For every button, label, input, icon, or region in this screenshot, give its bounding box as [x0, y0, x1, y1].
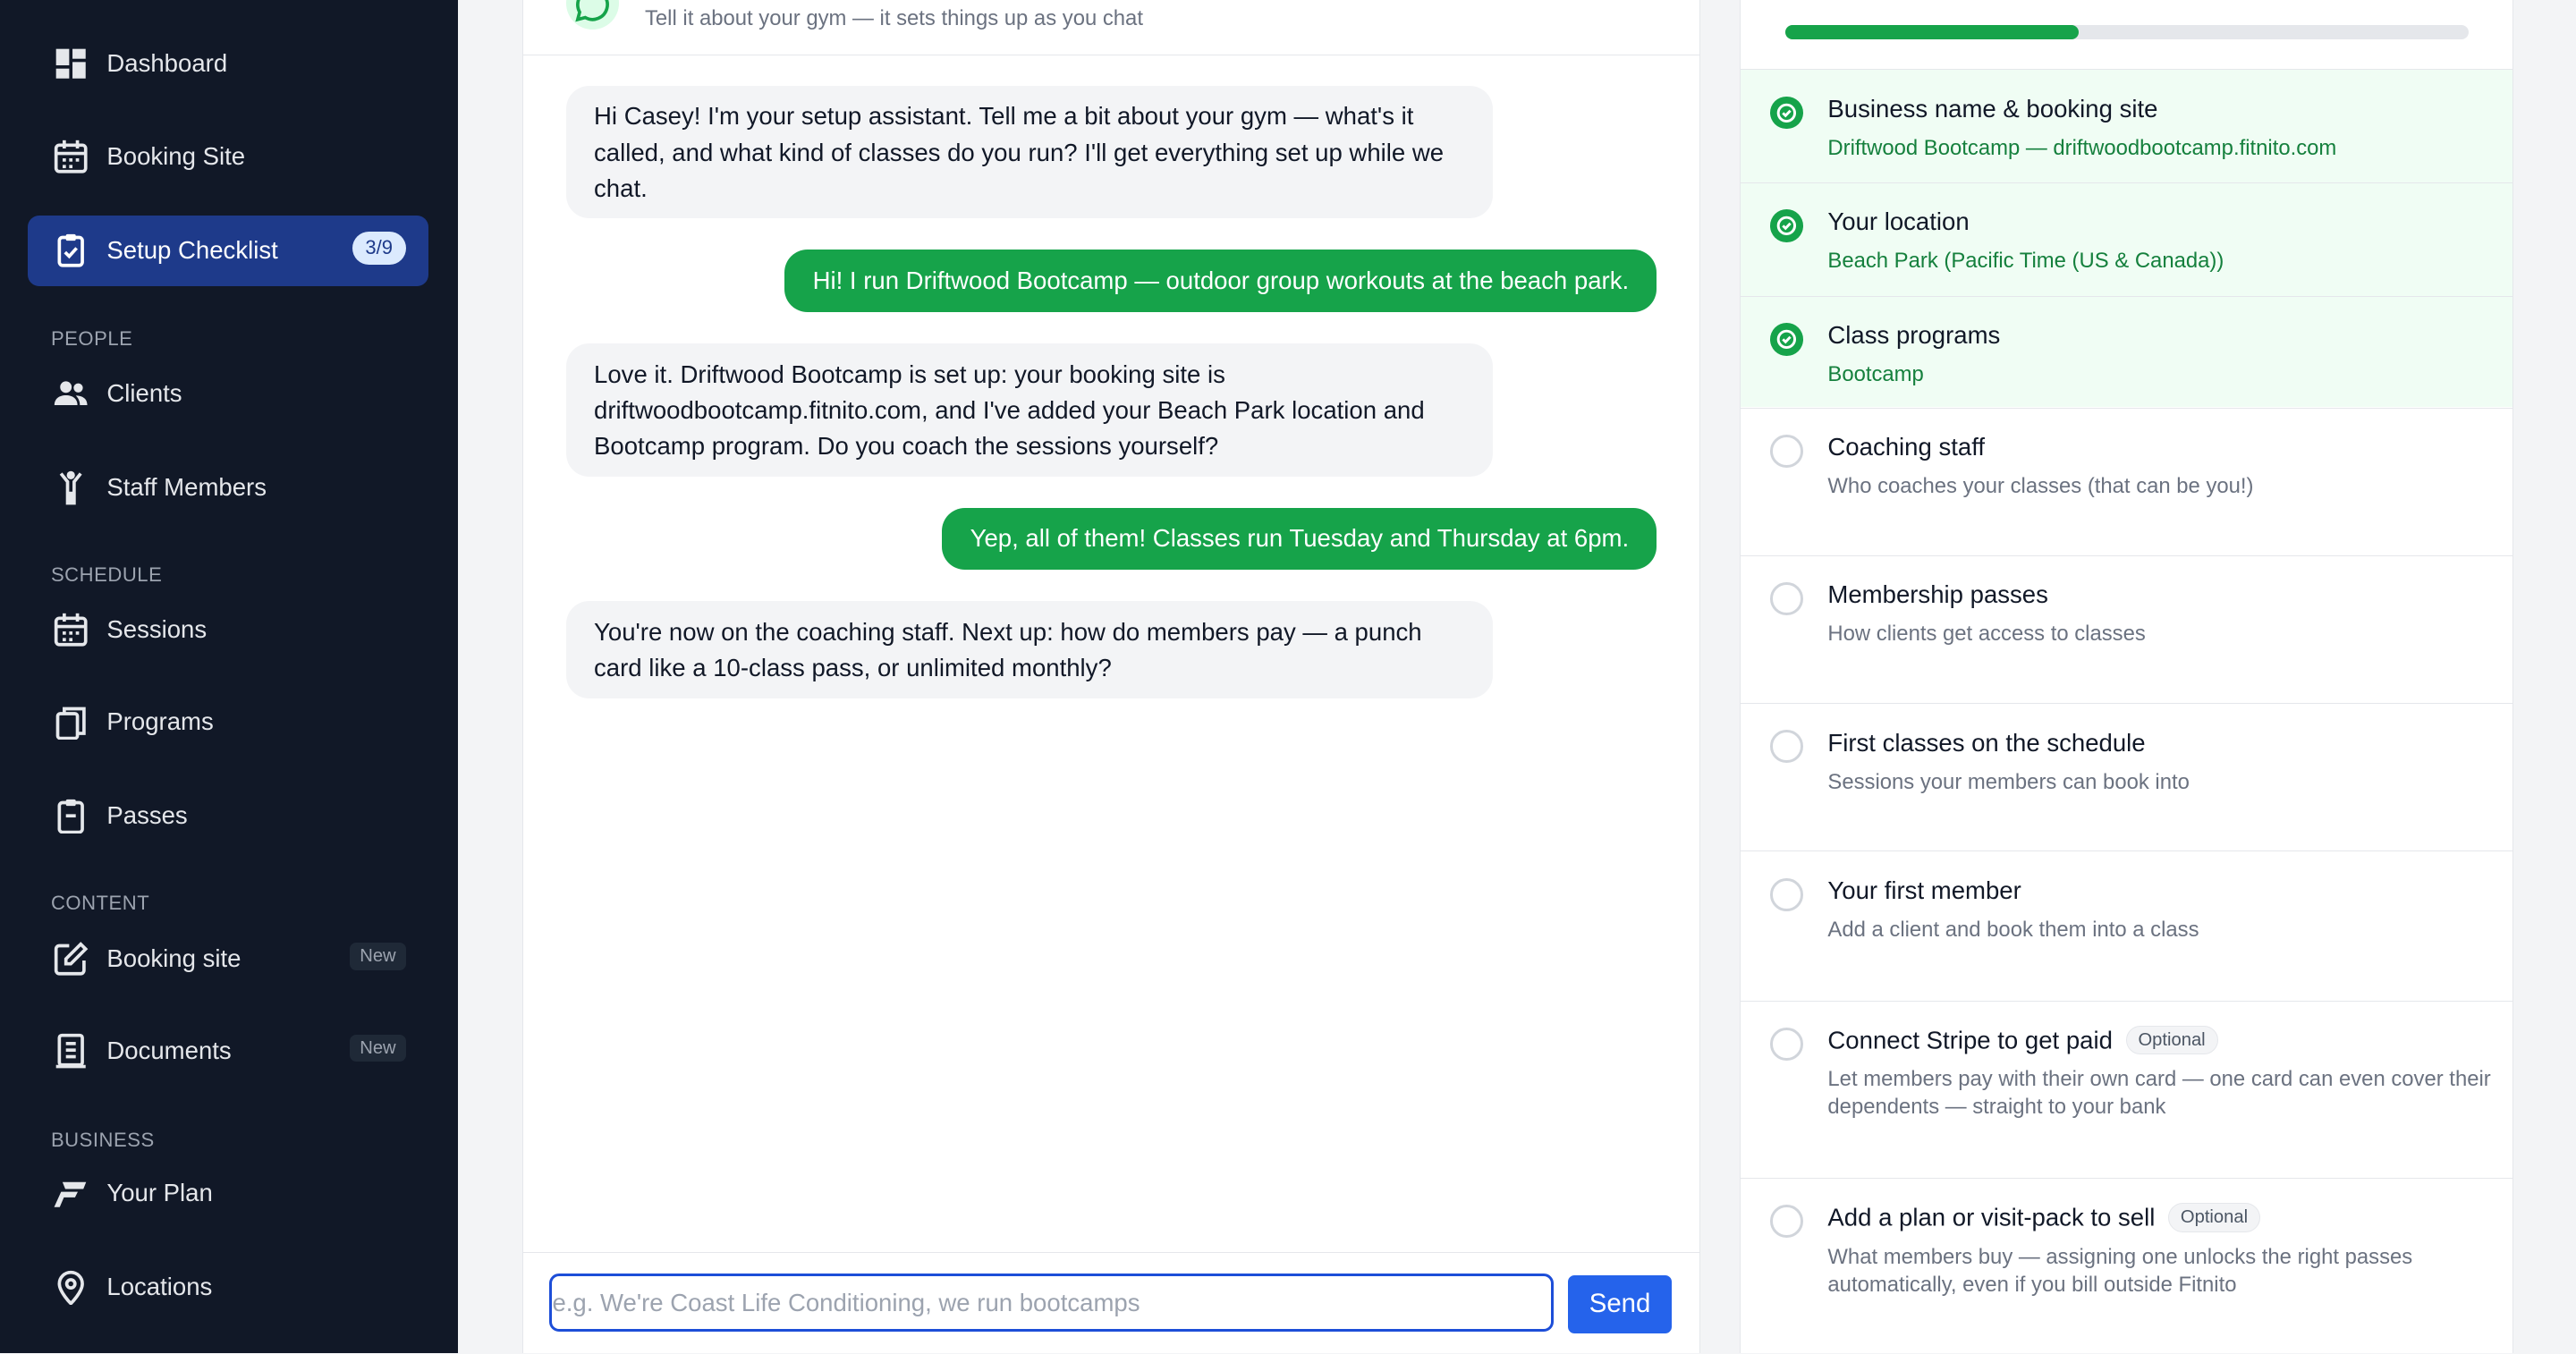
checklist-item[interactable]: Connect Stripe to get paid Optional Let m…: [1741, 1000, 2513, 1178]
checklist-item-subtitle: Who coaches your classes (that can be yo…: [1827, 474, 2254, 499]
sidebar-item-label: Setup Checklist: [106, 236, 278, 265]
copy-icon: [53, 704, 89, 740]
sidebar-item-label: Booking Site: [106, 142, 246, 171]
optional-badge: Optional: [2125, 1026, 2218, 1055]
checklist-item-title: Class programs: [1827, 321, 2001, 350]
person-icon: [53, 469, 89, 505]
checklist-item-title: Coaching staff: [1827, 433, 1986, 461]
calendar-icon: [53, 612, 89, 647]
checklist-item[interactable]: Your first member Add a client and book …: [1741, 850, 2513, 1000]
new-badge: New: [350, 1035, 406, 1062]
empty-circle-icon: [1770, 1205, 1803, 1238]
sidebar-item-dashboard[interactable]: Dashboard: [28, 28, 428, 98]
checklist-item-subtitle: Let members pay with their own card — on…: [1827, 1067, 2491, 1120]
clipboard-icon: [53, 798, 89, 834]
checklist-item-title-row: Connect Stripe to get paid Optional: [1827, 1026, 2218, 1055]
dashboard-icon: [53, 46, 89, 81]
sidebar-item-your-plan[interactable]: Your Plan: [28, 1158, 428, 1229]
sidebar-item-label: Dashboard: [106, 48, 228, 77]
sidebar-item-label: Your Plan: [106, 1179, 213, 1207]
empty-circle-icon: [1770, 1027, 1803, 1061]
checklist-item-title: Add a plan or visit-pack to sell: [1827, 1203, 2156, 1231]
document-icon: [53, 1032, 89, 1069]
empty-circle-icon: [1770, 582, 1803, 615]
sidebar-item-booking-site[interactable]: Booking Site: [28, 122, 428, 192]
check-circle-icon: [1770, 322, 1803, 356]
empty-circle-icon: [1770, 877, 1803, 911]
sidebar-item-setup-checklist[interactable]: Setup Checklist 3/9: [28, 215, 429, 286]
calendar-icon: [53, 139, 89, 174]
sidebar-item-staff-members[interactable]: Staff Members: [28, 452, 428, 522]
chat-subtitle: Tell it about your gym — it sets things …: [644, 6, 1143, 31]
checklist-item-title-row: Add a plan or visit-pack to sell Optional: [1827, 1203, 2260, 1232]
section-label-schedule: SCHEDULE: [50, 563, 163, 586]
section-label-business: BUSINESS: [50, 1128, 155, 1151]
brand-icon: [53, 1175, 89, 1211]
chat-input[interactable]: [549, 1274, 1554, 1332]
sidebar-item-documents[interactable]: Documents New: [28, 1015, 428, 1086]
section-label-content: CONTENT: [50, 892, 150, 915]
sidebar-item-sessions[interactable]: Sessions: [28, 595, 428, 665]
sidebar-item-locations[interactable]: Locations: [28, 1252, 428, 1323]
sidebar-item-label: Documents: [106, 1036, 232, 1064]
checklist-item-title: Membership passes: [1827, 580, 2048, 609]
check-circle-icon: [1770, 96, 1803, 130]
checklist-item-title: Connect Stripe to get paid: [1827, 1026, 2113, 1054]
checklist-item[interactable]: First classes on the schedule Sessions y…: [1741, 703, 2513, 850]
section-label-people: PEOPLE: [50, 326, 133, 350]
map-pin-icon: [53, 1269, 89, 1306]
checklist-item-subtitle: How clients get access to classes: [1827, 622, 2146, 647]
checklist-item[interactable]: Business name & booking site Driftwood B…: [1741, 69, 2513, 182]
chat-composer: Send: [523, 1251, 1700, 1354]
sidebar-item-label: Staff Members: [106, 472, 267, 501]
checklist-item-subtitle: Bootcamp: [1827, 362, 1924, 387]
count-badge: 3/9: [352, 231, 406, 265]
checklist-item[interactable]: Class programs Bootcamp: [1741, 295, 2513, 408]
empty-circle-icon: [1770, 730, 1803, 764]
checklist-item-subtitle: Beach Park (Pacific Time (US & Canada)): [1827, 249, 2224, 274]
edit-icon: [53, 941, 89, 977]
setup-checklist-panel: Business name & booking site Driftwood B…: [1740, 0, 2514, 1354]
checklist-item-title: Your first member: [1827, 876, 2021, 904]
sidebar-item-label: Booking site: [106, 944, 242, 972]
clipboard-check-icon: [53, 233, 89, 268]
sidebar-item-label: Programs: [106, 707, 214, 736]
chat-bubble-icon: [565, 0, 619, 30]
checklist-item-title: Business name & booking site: [1827, 94, 2158, 123]
users-icon: [53, 376, 89, 411]
send-button[interactable]: Send: [1568, 1275, 1672, 1333]
assistant-message: Love it. Driftwood Bootcamp is set up: y…: [565, 343, 1493, 477]
progress-bar: [1784, 24, 2469, 40]
sidebar-item-booking-site-content[interactable]: Booking site New: [28, 923, 428, 994]
sidebar-item-label: Sessions: [106, 615, 208, 644]
checklist-item[interactable]: Coaching staff Who coaches your classes …: [1741, 407, 2513, 555]
optional-badge: Optional: [2168, 1203, 2260, 1232]
sidebar-item-label: Passes: [106, 800, 188, 829]
check-circle-icon: [1770, 209, 1803, 242]
checklist-item-subtitle: Sessions your members can book into: [1827, 769, 2190, 794]
sidebar-item-programs[interactable]: Programs: [28, 687, 428, 757]
sidebar-item-passes[interactable]: Passes: [28, 780, 428, 850]
checklist-item-subtitle: Add a client and book them into a class: [1827, 918, 2199, 943]
user-message: Yep, all of them! Classes run Tuesday an…: [942, 507, 1657, 571]
checklist-item-title: First classes on the schedule: [1827, 728, 2146, 757]
checklist-item-subtitle: Driftwood Bootcamp — driftwoodbootcamp.f…: [1827, 135, 2337, 160]
checklist-item[interactable]: Membership passes How clients get access…: [1741, 554, 2513, 703]
new-badge: New: [350, 943, 406, 970]
sidebar: Dashboard Booking Site Setup Checklist 3…: [0, 0, 459, 1354]
setup-assistant-chat: Tell it about your gym — it sets things …: [522, 0, 1701, 1354]
checklist-item-subtitle: What members buy — assigning one unlocks…: [1827, 1244, 2413, 1297]
sidebar-item-label: Locations: [106, 1273, 213, 1301]
checklist-item-title: Your location: [1827, 207, 1970, 236]
sidebar-item-label: Clients: [106, 378, 182, 407]
assistant-message: Hi Casey! I'm your setup assistant. Tell…: [565, 85, 1493, 219]
sidebar-item-clients[interactable]: Clients: [28, 358, 428, 428]
assistant-message: You're now on the coaching staff. Next u…: [565, 601, 1493, 698]
user-message: Hi! I run Driftwood Bootcamp — outdoor g…: [784, 250, 1657, 312]
checklist-item[interactable]: Add a plan or visit-pack to sell Optional…: [1741, 1177, 2513, 1354]
empty-circle-icon: [1770, 434, 1803, 468]
progress-bar-fill: [1784, 24, 2080, 40]
chat-header: Tell it about your gym — it sets things …: [523, 0, 1700, 55]
checklist-item[interactable]: Your location Beach Park (Pacific Time (…: [1741, 182, 2513, 296]
